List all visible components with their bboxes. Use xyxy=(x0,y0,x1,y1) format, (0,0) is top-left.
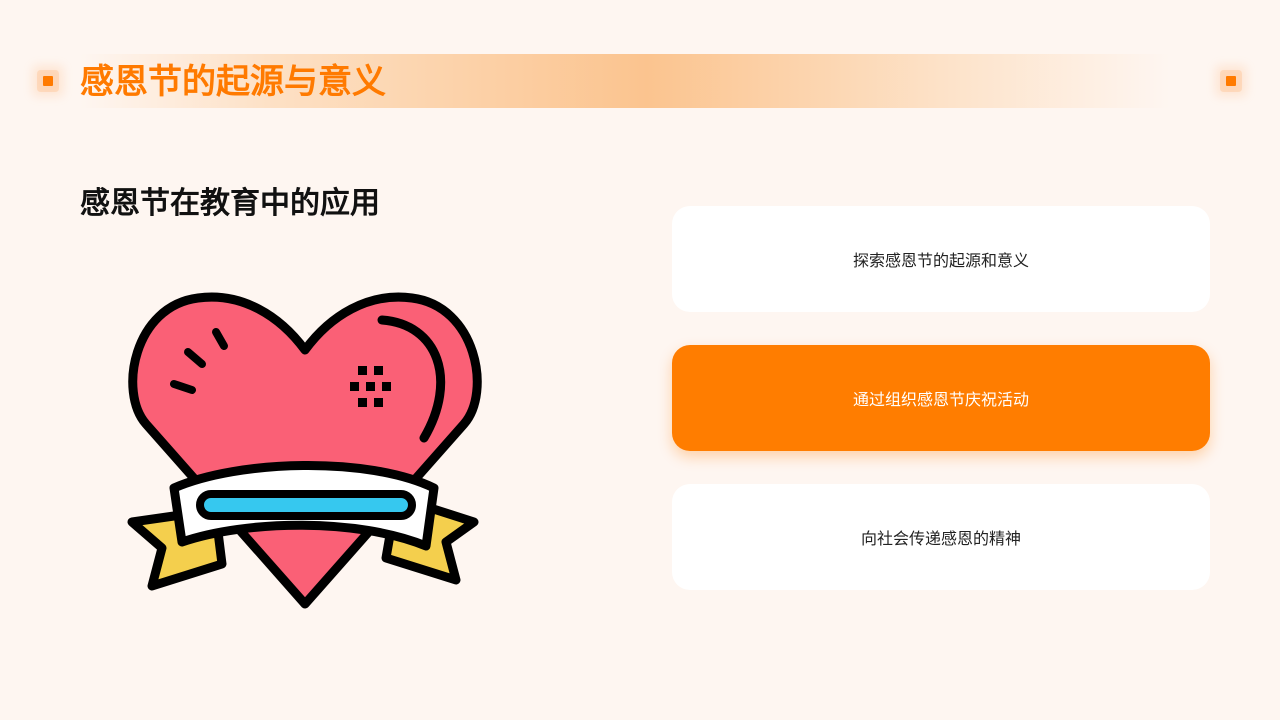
card-organize-activities[interactable]: 通过组织感恩节庆祝活动 xyxy=(672,345,1210,451)
heart-illustration xyxy=(118,280,498,620)
decorative-square-left xyxy=(43,76,53,86)
card-label: 通过组织感恩节庆祝活动 xyxy=(852,390,1029,409)
card-label: 向社会传递感恩的精神 xyxy=(860,529,1021,548)
page-title: 感恩节的起源与意义 xyxy=(80,62,386,102)
card-label: 探索感恩节的起源和意义 xyxy=(852,251,1029,270)
heart-with-ribbon-icon xyxy=(127,292,482,609)
section-title: 感恩节在教育中的应用 xyxy=(80,186,380,221)
decorative-square-right xyxy=(1226,76,1236,86)
card-explore-origin[interactable]: 探索感恩节的起源和意义 xyxy=(672,206,1210,312)
card-spread-gratitude[interactable]: 向社会传递感恩的精神 xyxy=(672,484,1210,590)
